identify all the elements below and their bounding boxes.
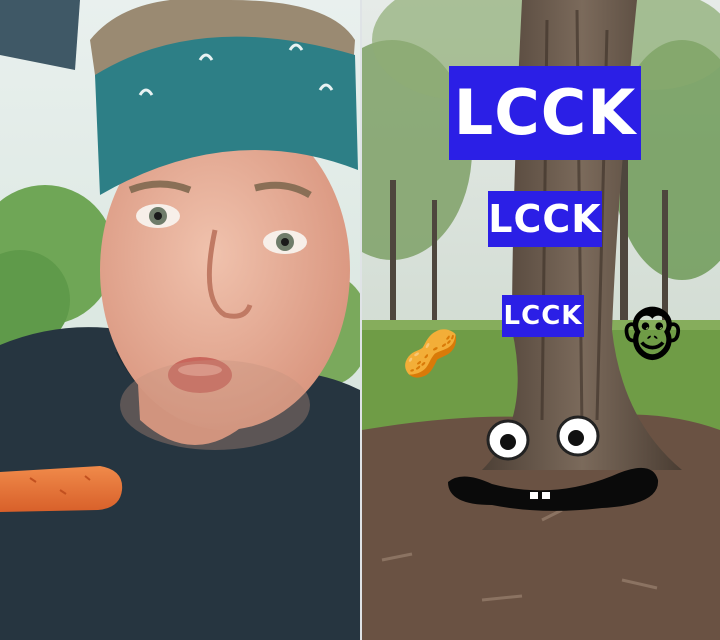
stubble <box>120 360 310 450</box>
peanut-sticker: 🥜 <box>402 326 460 380</box>
left-video-panel <box>0 0 360 640</box>
duet-video-frame: LCCK LCCK LCCK 🥜 🐵 <box>0 0 720 640</box>
tooth <box>542 492 550 499</box>
tooth <box>530 492 538 499</box>
caption-sticker: LCCK <box>488 191 602 247</box>
monkey-sticker: 🐵 <box>620 305 685 370</box>
background-trunk <box>432 200 437 330</box>
person-scene <box>0 0 360 640</box>
caption-sticker: LCCK <box>449 66 641 160</box>
caption-sticker: LCCK <box>502 295 584 337</box>
carrot <box>0 466 123 512</box>
background-trunk <box>390 180 396 330</box>
